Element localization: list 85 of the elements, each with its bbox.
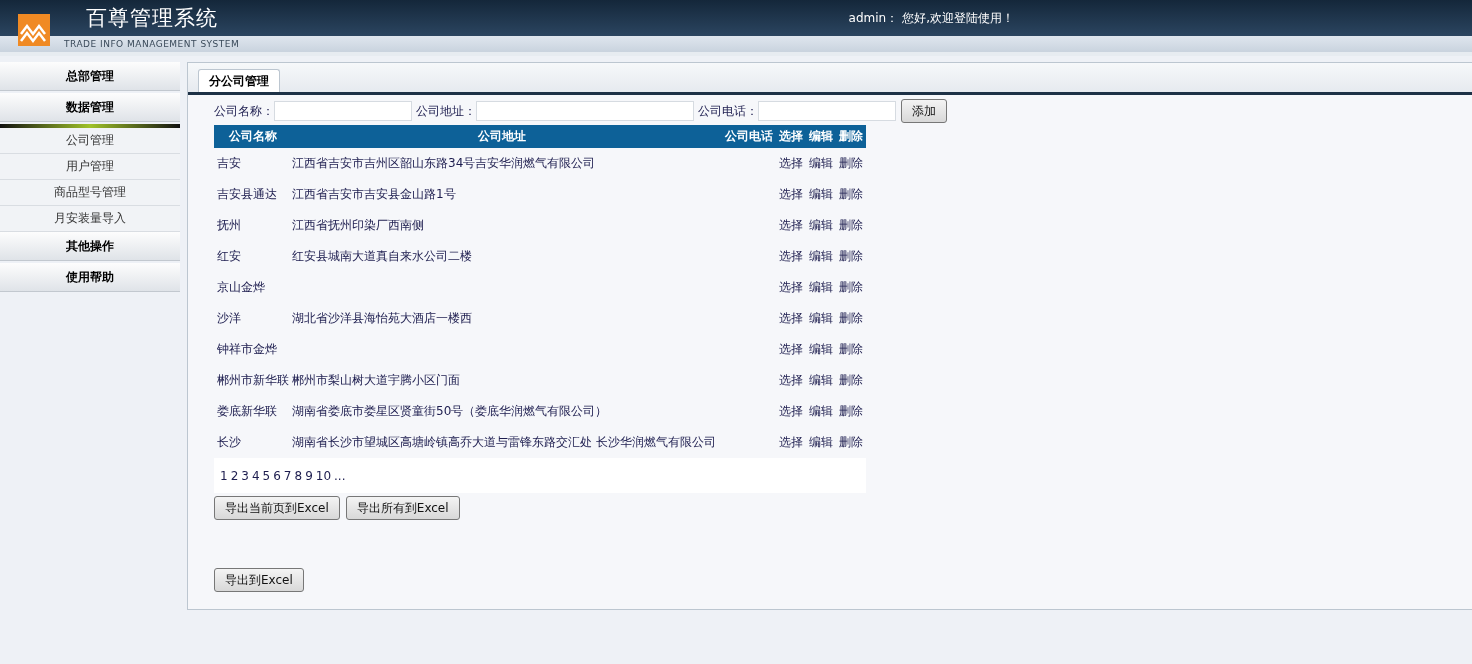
page-link[interactable]: ... [334,468,346,483]
input-field[interactable] [476,101,694,121]
sidebar-group[interactable]: 其他操作 [0,232,180,261]
export-button[interactable]: 导出到Excel [214,568,304,592]
table-cell: 长沙 [217,435,241,449]
field-label: 公司名称： [214,102,274,120]
row-action-link[interactable]: 编辑 [809,404,833,418]
row-action-link[interactable]: 删除 [839,280,863,294]
page-link[interactable]: 1 [220,468,228,483]
table-cell: 江西省抚州印染厂西南侧 [292,218,424,232]
row-action-link[interactable]: 选择 [779,187,803,201]
page-link[interactable]: 4 [251,468,260,483]
page-link[interactable]: 10 [315,468,332,483]
row-action-link[interactable]: 删除 [839,311,863,325]
input-field[interactable] [758,101,896,121]
row-action-link[interactable]: 删除 [839,435,863,449]
row-action-link[interactable]: 选择 [779,156,803,170]
table-cell: 江西省吉安市吉州区韶山东路34号吉安华润燃气有限公司 [292,156,596,170]
row-action-link[interactable]: 编辑 [809,342,833,356]
table-cell: 郴州市梨山树大道宇腾小区门面 [292,373,460,387]
table-cell: 钟祥市金烨 [217,342,277,356]
table-cell: 沙洋 [217,311,241,325]
table-cell: 抚州 [217,218,241,232]
table-cell: 吉安 [217,156,241,170]
page-link[interactable]: 2 [230,468,239,483]
field-label: 公司地址： [416,102,476,120]
row-action-link[interactable]: 编辑 [809,435,833,449]
tab[interactable]: 分公司管理 [198,69,280,92]
row-action-link[interactable]: 选择 [779,342,803,356]
row-action-link[interactable]: 删除 [839,249,863,263]
table-cell: 红安县城南大道真自来水公司二楼 [292,249,472,263]
row-action-link[interactable]: 编辑 [809,249,833,263]
table-cell: 吉安县通达 [217,187,277,201]
row-action-link[interactable]: 选择 [779,280,803,294]
row-action-link[interactable]: 选择 [779,373,803,387]
column-header: 公司名称 [229,129,277,143]
export-button[interactable]: 导出当前页到Excel [214,496,340,520]
column-header: 删除 [839,129,863,143]
add-button[interactable]: 添加 [901,99,947,123]
system-subtitle: TRADE INFO MANAGEMENT SYSTEM [64,39,240,49]
row-action-link[interactable]: 选择 [779,435,803,449]
column-header: 公司地址 [477,129,526,143]
row-action-link[interactable]: 删除 [839,404,863,418]
table-cell: 郴州市新华联 [217,373,289,387]
row-action-link[interactable]: 编辑 [809,187,833,201]
row-action-link[interactable]: 删除 [839,373,863,387]
export-button[interactable]: 导出所有到Excel [345,496,460,520]
table-cell: 娄底新华联 [217,404,277,418]
row-action-link[interactable]: 删除 [839,187,863,201]
row-action-link[interactable]: 删除 [839,156,863,170]
logo-icon [18,14,50,46]
table-cell: 湖北省沙洋县海怡苑大酒店一楼西 [292,311,472,325]
row-action-link[interactable]: 删除 [839,218,863,232]
table-cell: 江西省吉安市吉安县金山路1号 [292,187,456,201]
column-header: 选择 [779,129,803,143]
row-action-link[interactable]: 选择 [779,218,803,232]
column-header: 编辑 [809,129,833,143]
sidebar-group[interactable]: 使用帮助 [0,263,180,292]
row-action-link[interactable]: 删除 [839,342,863,356]
username: admin： [848,9,899,27]
row-action-link[interactable]: 选择 [779,249,803,263]
welcome-text: 您好,欢迎登陆使用！ [902,9,1014,27]
row-action-link[interactable]: 编辑 [809,156,833,170]
table-cell: 红安 [217,249,241,263]
sidebar-group[interactable]: 数据管理 [0,93,180,122]
sidebar-group[interactable]: 总部管理 [0,62,180,91]
table-cell: 湖南省娄底市娄星区贤童街50号（娄底华润燃气有限公司） [292,404,608,418]
table-cell: 湖南省长沙市望城区高塘岭镇高乔大道与雷锋东路交汇处 长沙华润燃气有限公司 [292,435,716,449]
row-action-link[interactable]: 编辑 [809,311,833,325]
page-link[interactable]: 8 [294,468,303,483]
page-link[interactable]: 6 [273,468,281,483]
column-header: 公司电话 [725,129,773,143]
page-link[interactable]: 3 [241,468,249,483]
row-action-link[interactable]: 编辑 [809,373,833,387]
row-action-link[interactable]: 编辑 [809,218,833,232]
row-action-link[interactable]: 选择 [779,311,803,325]
system-title: 百尊管理系统 [86,5,218,32]
page-link[interactable]: 7 [283,468,292,483]
field-label: 公司电话： [698,102,758,120]
row-action-link[interactable]: 编辑 [809,280,833,294]
row-action-link[interactable]: 选择 [779,404,803,418]
page-link[interactable]: 9 [305,468,313,483]
page-link[interactable]: 5 [262,468,271,483]
table-cell: 京山金烨 [217,280,265,294]
input-field[interactable] [274,101,412,121]
